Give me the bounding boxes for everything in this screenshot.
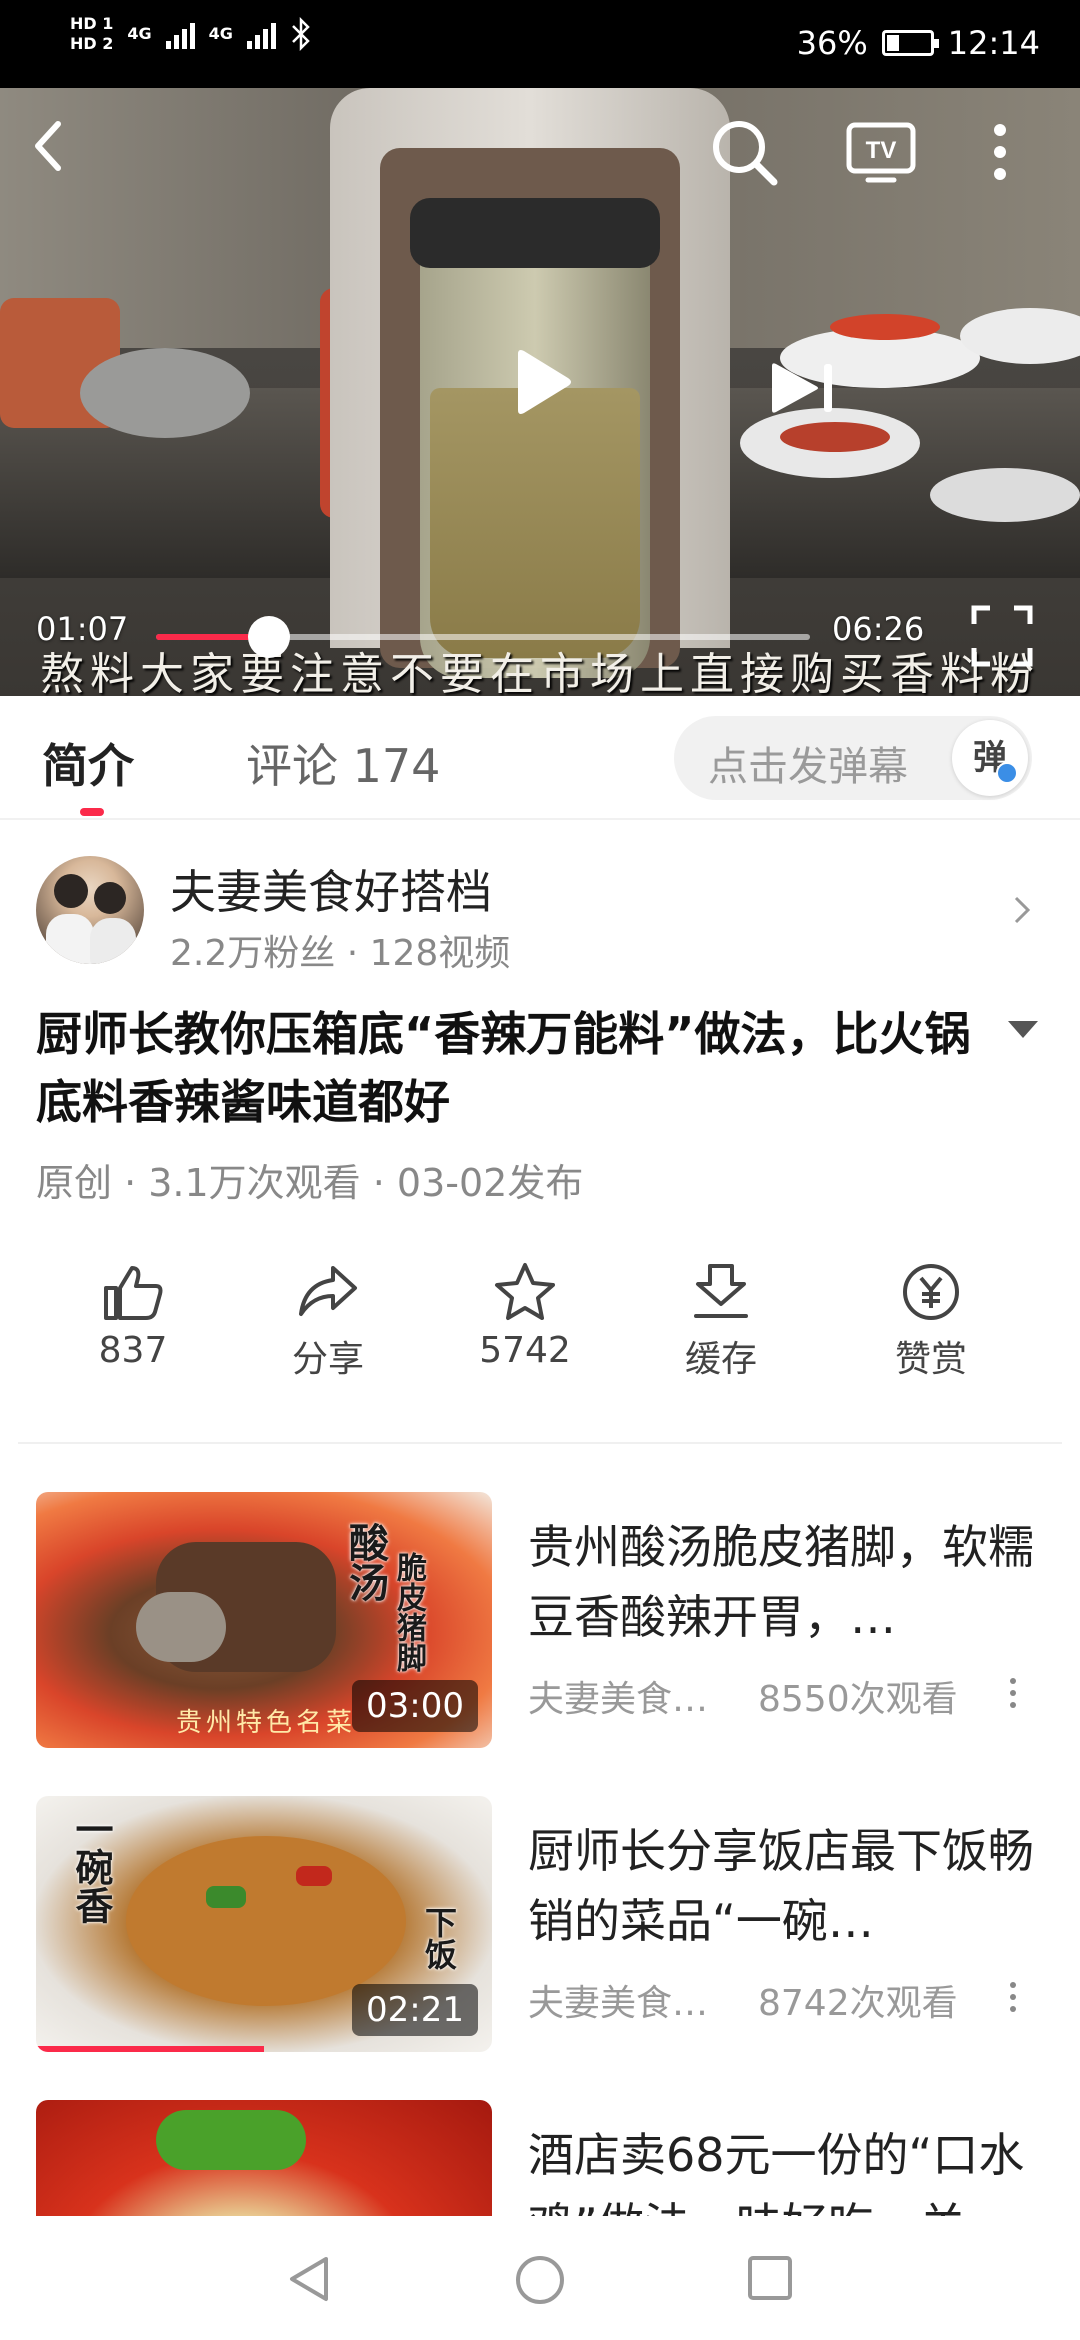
video-author: 夫妻美食… xyxy=(528,1679,709,1720)
progress-knob[interactable] xyxy=(248,616,291,658)
uploader-name[interactable]: 夫妻美食好搭档 xyxy=(170,856,492,922)
blender-liquid xyxy=(430,388,640,658)
more-options-button[interactable] xyxy=(1010,1678,1016,1714)
share-label: 分享 xyxy=(291,1339,364,1380)
share-icon xyxy=(299,1266,357,1316)
download-icon xyxy=(694,1264,748,1318)
tab-bar: 简介 评论 174 点击发弹幕 弹 xyxy=(0,696,1080,820)
tv-cast-icon: TV xyxy=(846,122,916,183)
more-button[interactable] xyxy=(990,122,1010,186)
avatar[interactable] xyxy=(36,856,144,964)
caret-down-icon[interactable] xyxy=(1006,1018,1040,1040)
thumb-text: 脆皮猪脚 xyxy=(391,1552,426,1672)
search-icon xyxy=(713,121,778,186)
share-button[interactable]: 分享 xyxy=(243,1262,413,1382)
divider xyxy=(18,1442,1062,1444)
check-icon xyxy=(996,762,1018,784)
network-2-label: 4G xyxy=(208,24,233,43)
signal-2-icon xyxy=(246,19,276,49)
fullscreen-icon xyxy=(971,605,1033,667)
danmaku-input[interactable]: 点击发弹幕 弹 xyxy=(674,716,1032,800)
tv-cast-button[interactable]: TV xyxy=(846,122,916,190)
battery-icon xyxy=(881,30,939,56)
system-navigation-bar xyxy=(0,2216,1080,2340)
clock: 12:14 xyxy=(947,24,1040,62)
chevron-right-icon[interactable] xyxy=(1010,892,1034,928)
action-bar: 837 分享 5742 缓存 赞赏 xyxy=(0,1262,1080,1412)
thumb-text: 下饭 xyxy=(420,1906,458,1970)
yen-coin-icon xyxy=(903,1264,959,1320)
video-duration: 02:21 xyxy=(352,1984,478,2036)
nav-back-icon[interactable] xyxy=(286,2254,332,2304)
video-thumbnail[interactable]: 酸汤 脆皮猪脚 贵州特色名菜 03:00 xyxy=(36,1492,492,1748)
signal-1-icon xyxy=(165,19,195,49)
video-player[interactable]: TV 熬料大家要注意不要在市场上直接购买香料粉 01:07 06:26 xyxy=(0,88,1080,696)
like-button[interactable]: 837 xyxy=(48,1262,218,1371)
bluetooth-icon xyxy=(292,17,310,51)
duration: 06:26 xyxy=(832,610,925,648)
watched-progress xyxy=(36,2046,264,2052)
video-author: 夫妻美食… xyxy=(528,1983,709,2024)
play-icon xyxy=(518,350,571,414)
reward-button[interactable]: 赞赏 xyxy=(846,1262,1016,1382)
status-bar: HD 1 HD 2 4G 4G 36% 12:14 xyxy=(0,0,1080,88)
hd2-label: HD 2 xyxy=(70,34,114,53)
favorite-button[interactable]: 5742 xyxy=(440,1262,610,1371)
chevron-left-icon xyxy=(35,121,61,171)
more-options-button[interactable] xyxy=(1010,1982,1016,2018)
nav-recents-icon[interactable] xyxy=(746,2254,794,2302)
cache-button[interactable]: 缓存 xyxy=(636,1262,806,1382)
like-count: 837 xyxy=(98,1330,168,1371)
reward-label: 赞赏 xyxy=(894,1339,967,1380)
cache-label: 缓存 xyxy=(684,1339,757,1380)
svg-text:TV: TV xyxy=(866,137,897,164)
battery-percent: 36% xyxy=(796,24,868,62)
recommended-video[interactable]: 一碗香 下饭 02:21 厨师长分享饭店最下饭畅销的菜品“一碗… 夫妻美食… 8… xyxy=(0,1796,1080,2066)
hd-indicators: HD 1 HD 2 xyxy=(70,14,113,54)
network-1-label: 4G xyxy=(127,24,152,43)
search-button[interactable] xyxy=(708,116,780,192)
thumbs-up-icon xyxy=(104,1266,163,1320)
status-left: HD 1 HD 2 4G 4G xyxy=(70,14,312,54)
favorite-count: 5742 xyxy=(479,1330,571,1371)
more-vertical-icon xyxy=(994,124,1006,180)
thumb-caption: 贵州特色名菜 xyxy=(176,1708,357,1738)
video-views: 8550次观看 xyxy=(758,1679,958,1720)
back-button[interactable] xyxy=(28,116,78,186)
current-time: 01:07 xyxy=(36,610,129,648)
fullscreen-button[interactable] xyxy=(970,604,1034,672)
video-thumbnail[interactable]: 一碗香 下饭 02:21 xyxy=(36,1796,492,2052)
uploader-row[interactable]: 夫妻美食好搭档 2.2万粉丝 · 128视频 xyxy=(0,840,1080,980)
next-button[interactable] xyxy=(766,360,838,420)
progress-bar[interactable] xyxy=(156,616,810,658)
video-title: 厨师长教你压箱底“香辣万能料”做法，比火锅底料香辣酱味道都好 xyxy=(36,1007,971,1129)
video-views: 8742次观看 xyxy=(758,1983,958,2024)
hd1-label: HD 1 xyxy=(70,14,114,33)
video-meta: 原创 · 3.1万次观看 · 03-02发布 xyxy=(36,1161,584,1205)
status-right: 36% 12:14 xyxy=(797,24,1040,62)
nav-home-icon[interactable] xyxy=(514,2254,566,2306)
tab-active-indicator xyxy=(80,808,104,816)
uploader-meta: 2.2万粉丝 · 128视频 xyxy=(170,933,511,974)
danmaku-placeholder: 点击发弹幕 xyxy=(708,744,908,790)
skip-next-icon xyxy=(772,363,832,413)
video-duration: 03:00 xyxy=(352,1680,478,1732)
tab-intro[interactable]: 简介 xyxy=(42,730,134,796)
thumb-text: 一碗香 xyxy=(69,1810,114,1924)
video-title[interactable]: 厨师长分享饭店最下饭畅销的菜品“一碗… xyxy=(528,1816,1038,1956)
blender-lid xyxy=(410,198,660,268)
tab-comments[interactable]: 评论 174 xyxy=(246,730,440,796)
star-icon xyxy=(495,1263,555,1320)
danmaku-toggle-button[interactable]: 弹 xyxy=(952,720,1028,796)
recommended-video[interactable]: 酸汤 脆皮猪脚 贵州特色名菜 03:00 贵州酸汤脆皮猪脚，软糯豆香酸辣开胃，…… xyxy=(0,1492,1080,1762)
play-button[interactable] xyxy=(508,346,574,422)
video-title[interactable]: 贵州酸汤脆皮猪脚，软糯豆香酸辣开胃，… xyxy=(528,1512,1038,1652)
